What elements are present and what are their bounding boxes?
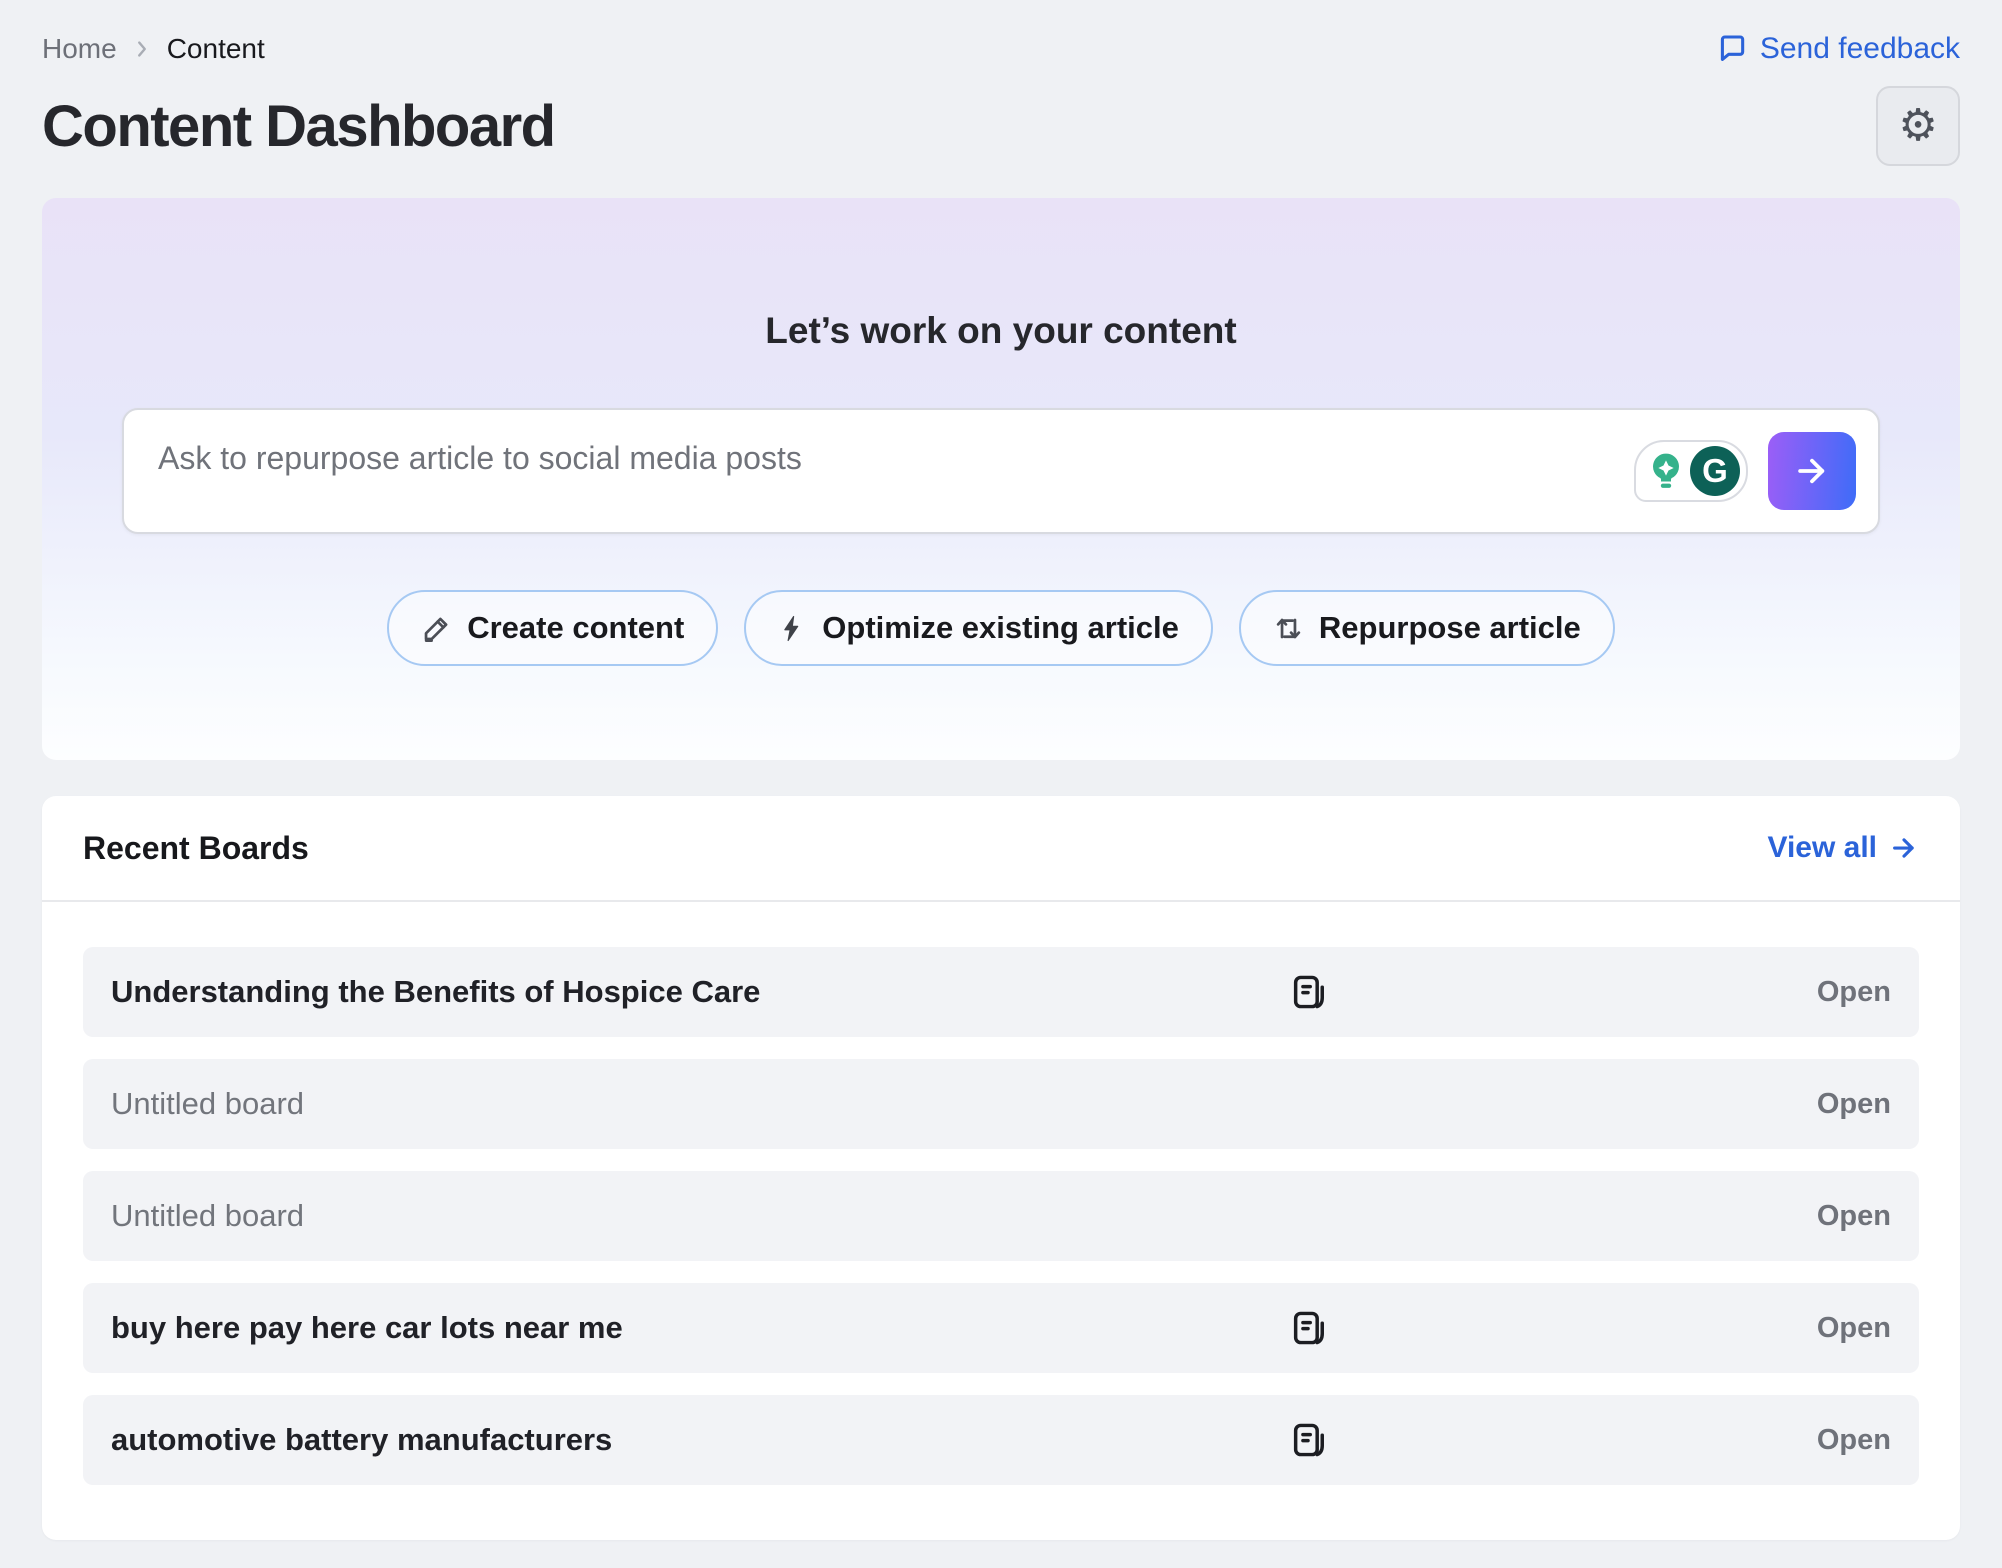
board-row[interactable]: buy here pay here car lots near me Open [83, 1283, 1919, 1373]
lightbulb-icon [1646, 451, 1686, 491]
chevron-right-icon [131, 38, 153, 60]
repurpose-article-label: Repurpose article [1319, 610, 1581, 646]
prompt-tools: G [1634, 432, 1856, 510]
boards-list: Understanding the Benefits of Hospice Ca… [42, 902, 1960, 1540]
repeat-icon [1273, 613, 1304, 644]
board-row[interactable]: Untitled board Open [83, 1171, 1919, 1261]
recent-boards-card: Recent Boards View all Understanding the… [42, 796, 1960, 1540]
send-feedback-label: Send feedback [1760, 32, 1960, 66]
arrow-right-icon [1889, 833, 1919, 863]
bolt-icon [778, 614, 807, 643]
open-link[interactable]: Open [1817, 1312, 1891, 1345]
breadcrumb: Home Content [42, 33, 265, 65]
top-bar: Home Content Send feedback [42, 30, 1960, 68]
open-link[interactable]: Open [1817, 1088, 1891, 1121]
prompt-input[interactable] [124, 410, 1878, 532]
title-row: Content Dashboard ⚙ [42, 80, 1960, 172]
breadcrumb-home-link[interactable]: Home [42, 33, 117, 65]
content-dashboard-page: Home Content Send feedback Content Dashb… [0, 0, 2002, 1568]
open-link[interactable]: Open [1817, 1200, 1891, 1233]
page-title: Content Dashboard [42, 93, 555, 160]
settings-button[interactable]: ⚙ [1876, 86, 1960, 166]
prompt-input-container: G [122, 408, 1880, 534]
create-content-label: Create content [467, 610, 684, 646]
grammarly-widget[interactable]: G [1634, 440, 1748, 502]
quick-actions: Create content Optimize existing article… [42, 590, 1960, 666]
board-row[interactable]: automotive battery manufacturers Open [83, 1395, 1919, 1485]
chat-bubble-icon [1716, 33, 1748, 65]
view-all-label: View all [1767, 831, 1877, 865]
repurpose-article-button[interactable]: Repurpose article [1239, 590, 1615, 666]
board-title: Untitled board [111, 1198, 1284, 1234]
board-title: Understanding the Benefits of Hospice Ca… [111, 974, 1284, 1010]
board-title: automotive battery manufacturers [111, 1422, 1284, 1458]
pencil-icon [421, 613, 452, 644]
hero-heading: Let’s work on your content [42, 198, 1960, 352]
optimize-article-label: Optimize existing article [822, 610, 1179, 646]
document-icon [1284, 973, 1332, 1011]
open-link[interactable]: Open [1817, 976, 1891, 1009]
hero-card: Let’s work on your content G [42, 198, 1960, 760]
recent-boards-header: Recent Boards View all [42, 796, 1960, 902]
create-content-button[interactable]: Create content [387, 590, 718, 666]
view-all-link[interactable]: View all [1767, 831, 1919, 865]
gear-icon: ⚙ [1898, 104, 1937, 148]
open-link[interactable]: Open [1817, 1424, 1891, 1457]
recent-boards-title: Recent Boards [83, 830, 309, 867]
submit-arrow-button[interactable] [1768, 432, 1856, 510]
grammarly-logo-icon: G [1690, 446, 1740, 496]
breadcrumb-current: Content [167, 33, 265, 65]
document-icon [1284, 1309, 1332, 1347]
optimize-article-button[interactable]: Optimize existing article [744, 590, 1213, 666]
board-title: buy here pay here car lots near me [111, 1310, 1284, 1346]
board-row[interactable]: Understanding the Benefits of Hospice Ca… [83, 947, 1919, 1037]
document-icon [1284, 1421, 1332, 1459]
send-feedback-link[interactable]: Send feedback [1716, 32, 1960, 66]
board-title: Untitled board [111, 1086, 1284, 1122]
board-row[interactable]: Untitled board Open [83, 1059, 1919, 1149]
arrow-right-icon [1793, 452, 1831, 490]
